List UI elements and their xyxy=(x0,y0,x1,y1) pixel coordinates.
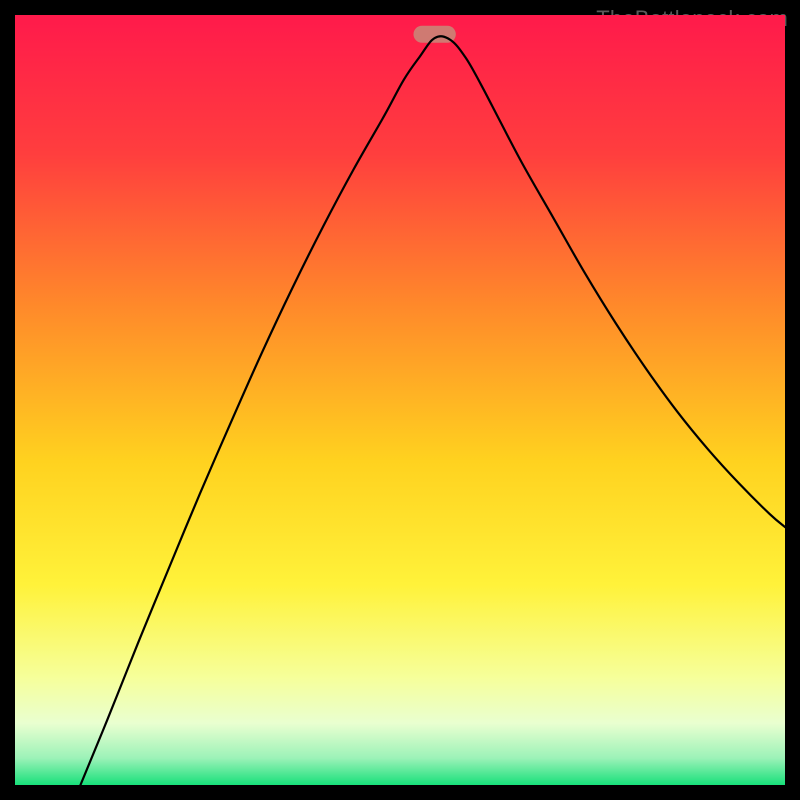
plot-area xyxy=(15,15,785,785)
chart-frame: TheBottleneck.com xyxy=(0,0,800,800)
chart-svg xyxy=(15,15,785,785)
